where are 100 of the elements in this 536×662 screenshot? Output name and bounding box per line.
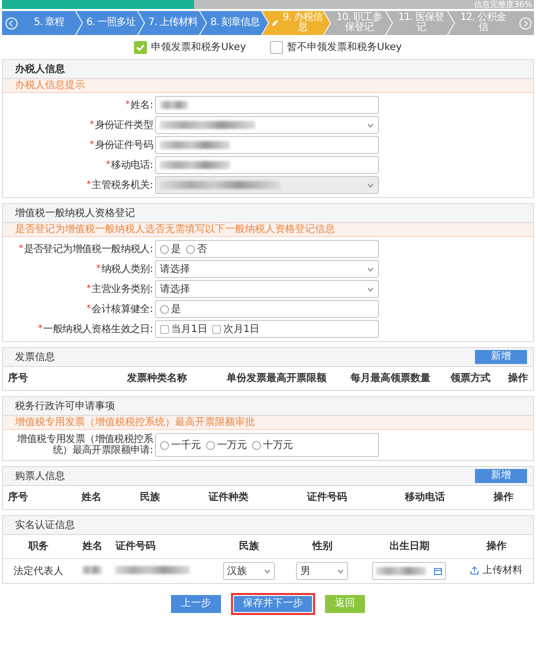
column-header: 证件种类	[207, 490, 250, 505]
input-field[interactable]	[155, 136, 379, 154]
column-header: 证件号码	[110, 535, 212, 558]
step-tab[interactable]: 7. 上传材料	[138, 11, 206, 35]
field-label: 一般纳税人资格生效之日:	[43, 324, 153, 334]
column-header: 民族	[212, 535, 286, 558]
select-field[interactable]: 请选择	[155, 280, 379, 298]
select-value: 请选择	[160, 282, 190, 296]
required-mark: *	[18, 244, 23, 254]
required-mark: *	[90, 120, 94, 130]
radio-button[interactable]	[206, 440, 215, 450]
column-header: 单份发票最高开票限额	[226, 371, 328, 386]
caret-icon	[367, 286, 374, 292]
input-field[interactable]	[155, 96, 379, 114]
option-label: 是	[171, 242, 181, 256]
column-header: 证件号码	[306, 490, 348, 505]
radio-field[interactable]: 是	[155, 300, 379, 318]
step-tab[interactable]: 10. 职工参保登记	[324, 11, 392, 35]
field-label: 纳税人类别:	[101, 264, 153, 274]
field-label: 身份证件号码	[94, 140, 153, 150]
step-button[interactable]: 保存并下一步	[231, 593, 315, 615]
field-label: 增值税专用发票（增值税税控系统）最高开票限额申请:	[16, 434, 153, 456]
blurred-value	[82, 566, 102, 574]
hint-text: 是否登记为增值税一般纳税人选否无需填写以下一般纳税人资格登记信息	[3, 223, 533, 237]
column-header: 操作	[460, 535, 533, 558]
upload-link[interactable]: 上传材料	[470, 562, 522, 578]
step-tab[interactable]: 6. 一照多址	[76, 11, 144, 35]
option-label: 一千元	[171, 438, 201, 452]
step-button[interactable]: 上一步	[169, 593, 223, 615]
checkbox[interactable]	[160, 324, 169, 334]
required-mark: *	[38, 324, 42, 334]
required-mark: *	[90, 140, 94, 150]
section-title: 购票人信息	[15, 470, 65, 484]
column-header: 移动电话	[404, 490, 446, 505]
hint-text: 增值税专用发票（增值税税控系统）最高开票限额审批	[3, 416, 533, 430]
column-header: 领票方式	[449, 371, 492, 386]
next-button[interactable]	[516, 11, 534, 35]
step-tab[interactable]: 9. 办税信息	[262, 11, 330, 35]
caret-icon	[264, 568, 271, 574]
required-mark: *	[86, 180, 91, 190]
select-value: 请选择	[160, 262, 190, 276]
checkbox-label: 申领发票和税务Ukey	[151, 40, 246, 55]
radio-field[interactable]: 一千元 一万元 十万元	[155, 433, 379, 457]
section-title: 办税人信息	[15, 62, 65, 76]
back-button[interactable]: 返回	[323, 593, 367, 615]
field-label: 会计核算健全:	[92, 304, 153, 314]
column-header: 姓名	[80, 490, 102, 505]
calendar-icon	[434, 567, 442, 575]
radio-button[interactable]	[160, 244, 169, 254]
field-label: 是否登记为增值税一般纳税人:	[24, 244, 153, 254]
select-value: 汉族	[227, 564, 247, 578]
column-header: 出生日期	[359, 535, 460, 558]
field-label: 姓名:	[130, 100, 153, 110]
previous-button[interactable]	[2, 11, 20, 35]
step-tab[interactable]: 8. 刻章信息	[200, 11, 268, 35]
caret-icon	[367, 266, 374, 272]
section-title: 税务行政许可申请事项	[15, 400, 115, 414]
checkbox[interactable]	[270, 41, 283, 54]
hint-text: 办税人信息提示	[3, 79, 533, 93]
field-label: 主管税务机关:	[92, 180, 153, 190]
required-mark: *	[86, 304, 91, 314]
required-mark: *	[86, 284, 91, 294]
field-label: 身份证件类型	[94, 120, 153, 130]
section-title: 增值税一般纳税人资格登记	[15, 206, 135, 220]
field-label: 主营业务类别:	[92, 284, 153, 294]
checkbox[interactable]	[134, 41, 148, 54]
step-tab[interactable]: 11. 医保登记	[386, 11, 454, 35]
select-field[interactable]: 男	[296, 562, 348, 580]
column-header: 序号	[7, 490, 29, 505]
column-header: 发票种类名称	[126, 372, 188, 386]
radio-button[interactable]	[252, 440, 261, 450]
option-label: 当月1日	[171, 322, 208, 336]
select-field[interactable]: 汉族	[223, 562, 275, 580]
caret-icon	[367, 182, 374, 188]
radio-button[interactable]	[160, 304, 169, 314]
column-header: 操作	[492, 490, 515, 505]
step-tab[interactable]: 12. 公积金信	[448, 11, 516, 35]
input-field[interactable]	[155, 156, 379, 174]
column-header: 性别	[286, 535, 360, 558]
select-field[interactable]	[155, 116, 379, 134]
section-title: 发票信息	[15, 350, 55, 364]
radio-button[interactable]	[160, 440, 169, 450]
required-mark: *	[96, 264, 100, 274]
select-field[interactable]: 请选择	[155, 260, 379, 278]
required-mark: *	[106, 160, 110, 170]
radio-field[interactable]: 是 否	[155, 240, 379, 258]
column-header: 操作	[506, 372, 529, 386]
choice-field[interactable]: 当月1日 次月1日	[155, 320, 379, 338]
step-tab[interactable]: 5. 章程	[20, 11, 82, 35]
option-label: 否	[197, 242, 207, 256]
option-label: 次月1日	[223, 322, 260, 336]
column-header: 序号	[7, 371, 29, 386]
add-button[interactable]: 新增	[475, 469, 527, 483]
checkbox[interactable]	[212, 324, 222, 334]
column-header: 姓名	[74, 535, 111, 558]
date-field[interactable]	[372, 562, 446, 580]
add-button[interactable]: 新增	[475, 350, 527, 364]
column-header: 每月最高领票数量	[350, 371, 432, 386]
blurred-value	[376, 567, 426, 575]
radio-button[interactable]	[186, 244, 195, 254]
